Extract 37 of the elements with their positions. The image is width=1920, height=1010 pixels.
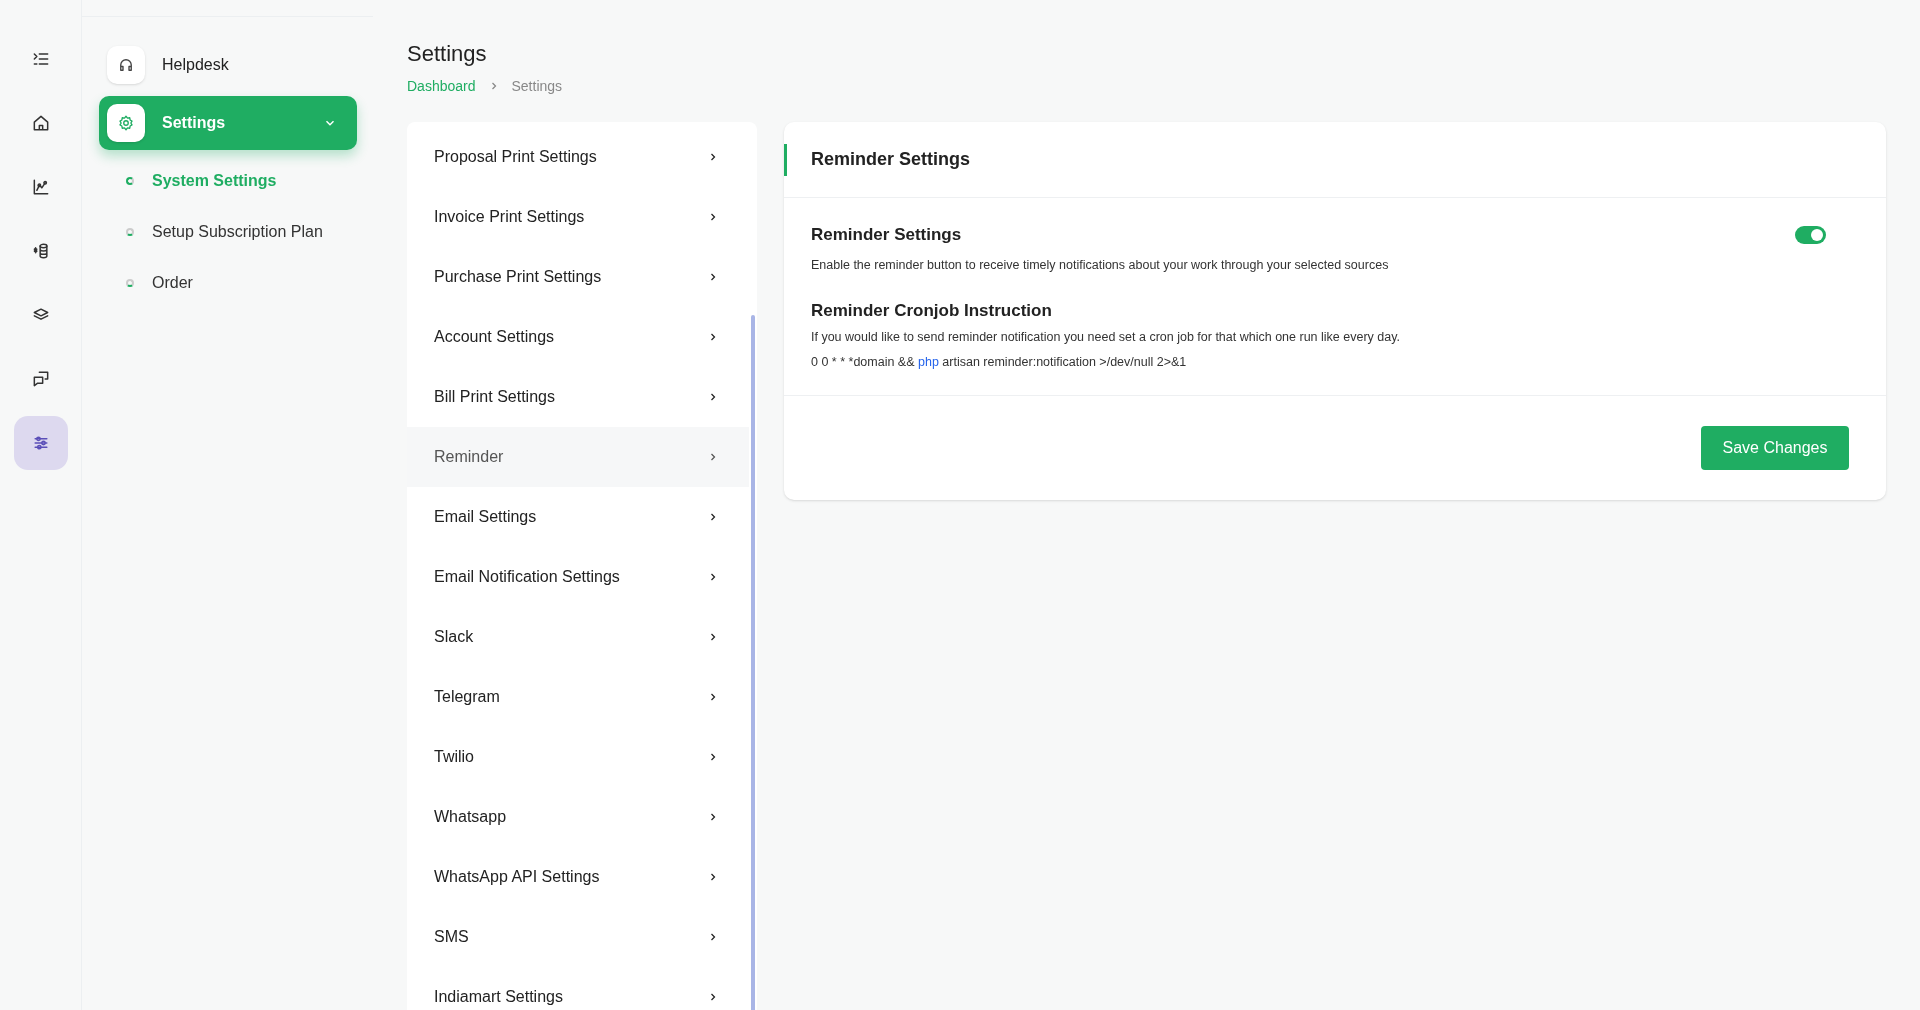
accent-bar [784,143,787,176]
settings-menu-item[interactable]: Reminder [407,427,749,487]
command-part: php [918,354,939,369]
settings-menu-item[interactable]: Purchase Print Settings [407,247,749,307]
settings-menu-item[interactable]: Bill Print Settings [407,367,749,427]
card-title: Reminder Settings [811,148,971,171]
settings-menu-item[interactable]: Whatsapp [407,787,749,847]
settings-menu-item[interactable]: Email Notification Settings [407,547,749,607]
settings-menu-item[interactable]: Email Settings [407,487,749,547]
settings-menu-item[interactable]: Twilio [407,727,749,787]
scrollbar[interactable] [751,315,755,1010]
breadcrumb-current: Settings [511,76,563,96]
settings-menu-item[interactable]: Invoice Print Settings [407,187,749,247]
headset-icon [117,56,135,74]
settings-menu-item[interactable]: Slack [407,607,749,667]
instruction-text: If you would like to send reminder notification you need set a cron job for that which one run like every day. [811,328,1401,346]
page-title: Settings [407,40,488,68]
settings-menu-item[interactable]: Proposal Print Settings [407,127,749,187]
settings-menu-item[interactable]: WhatsApp API Settings [407,847,749,907]
command-part: 0 0 * * *domain && [811,354,916,369]
rail-button[interactable] [13,416,68,470]
command-part: artisan reminder:notification >/dev/null 2>&1 [941,354,1187,369]
settings-icon [117,114,135,132]
toggle-switch[interactable] [1795,226,1826,244]
bullet-icon [126,279,134,287]
settings-menu-item[interactable]: Telegram [407,667,749,727]
settings-menu-item[interactable]: Indiamart Settings [407,967,749,1010]
bullet-icon [126,177,134,185]
submenu-item[interactable]: Order [99,257,356,309]
bullet-icon [126,228,134,236]
submenu-item[interactable]: Setup Subscription Plan [99,206,356,258]
instruction-title: Reminder Cronjob Instruction [811,300,1053,323]
sidebar-item[interactable]: Helpdesk [99,38,357,92]
settings-menu-item[interactable]: Account Settings [407,307,749,367]
setting-label: Reminder Settings [811,224,962,246]
setting-description: Enable the reminder button to receive timely notifications about your work through your selected sources [811,256,1390,274]
settings-menu-item[interactable]: SMS [407,907,749,967]
